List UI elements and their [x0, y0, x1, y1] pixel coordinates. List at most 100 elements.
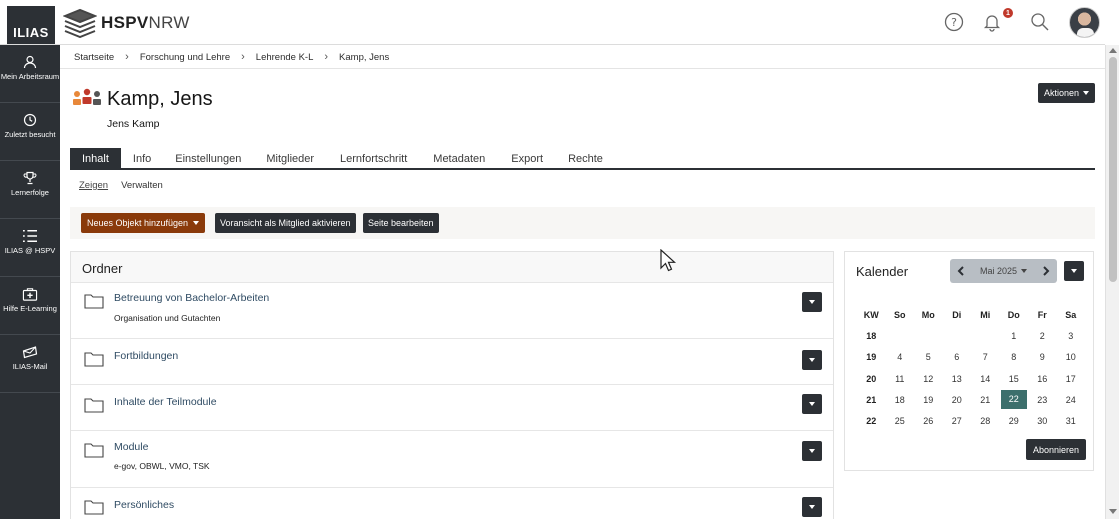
- calendar-day[interactable]: 24: [1057, 389, 1086, 410]
- chevron-right-icon[interactable]: [1042, 266, 1050, 276]
- calendar-day[interactable]: 4: [886, 347, 915, 368]
- caret-down-icon: [809, 358, 815, 362]
- search-icon[interactable]: [1028, 10, 1052, 34]
- calendar-day[interactable]: 12: [914, 368, 943, 389]
- calendar-day[interactable]: 18: [886, 389, 915, 410]
- calendar-day[interactable]: 31: [1057, 410, 1086, 431]
- calendar-month-nav: Mai 2025: [950, 259, 1057, 283]
- calendar-day[interactable]: 13: [943, 368, 972, 389]
- tab-export[interactable]: Export: [498, 148, 556, 168]
- calendar-day[interactable]: 9: [1028, 347, 1057, 368]
- chevron-right-icon: ›: [324, 51, 329, 63]
- calendar-day[interactable]: 6: [943, 347, 972, 368]
- folder-title[interactable]: Inhalte der Teilmodule: [114, 396, 217, 408]
- calendar-day[interactable]: 30: [1028, 410, 1057, 431]
- list-item: Inhalte der Teilmodule: [71, 385, 833, 431]
- nav-item-lernerfolge[interactable]: Lernerfolge: [0, 161, 60, 219]
- actions-button[interactable]: Aktionen: [1038, 83, 1095, 103]
- edit-page-button[interactable]: Seite bearbeiten: [363, 213, 439, 233]
- caret-down-icon: [809, 300, 815, 304]
- calendar-day[interactable]: 21: [971, 389, 1000, 410]
- mail-icon: [22, 346, 38, 359]
- calendar-day[interactable]: 20: [943, 389, 972, 410]
- folder-description: Organisation und Gutachten: [114, 313, 221, 323]
- ilias-logo[interactable]: ILIAS: [7, 6, 55, 44]
- calendar-day[interactable]: 7: [971, 347, 1000, 368]
- calendar-day[interactable]: 3: [1057, 325, 1086, 346]
- calendar-day[interactable]: 8: [1000, 347, 1029, 368]
- folder-actions-dropdown[interactable]: [802, 350, 822, 370]
- list-item: Persönliches: [71, 488, 833, 519]
- caret-down-icon: [809, 449, 815, 453]
- calendar-day[interactable]: 16: [1028, 368, 1057, 389]
- folder-title[interactable]: Betreuung von Bachelor-Arbeiten: [114, 292, 269, 304]
- folder-actions-dropdown[interactable]: [802, 441, 822, 461]
- folder-description: e-gov, OBWL, VMO, TSK: [114, 461, 210, 471]
- calendar-day[interactable]: 15: [1000, 368, 1029, 389]
- tab-metadaten[interactable]: Metadaten: [420, 148, 498, 168]
- folder-actions-dropdown[interactable]: [802, 497, 822, 517]
- nav-item-mein-arbeitsraum[interactable]: Mein Arbeitsraum: [0, 45, 60, 103]
- folder-actions-dropdown[interactable]: [802, 394, 822, 414]
- calendar-day[interactable]: 27: [943, 410, 972, 431]
- clock-icon: [23, 113, 37, 127]
- breadcrumb-item[interactable]: Kamp, Jens: [339, 52, 389, 63]
- folder-icon: [84, 443, 104, 458]
- tab-mitglieder[interactable]: Mitglieder: [253, 148, 327, 168]
- folder-title[interactable]: Module: [114, 441, 148, 453]
- calendar-day[interactable]: 19: [914, 389, 943, 410]
- calendar-actions-dropdown[interactable]: [1064, 261, 1084, 281]
- help-icon[interactable]: ?: [942, 10, 966, 34]
- folder-icon: [84, 352, 104, 367]
- calendar-day[interactable]: 14: [971, 368, 1000, 389]
- nav-item-ilias-mail[interactable]: ILIAS-Mail: [0, 335, 60, 393]
- nav-item-zuletzt-besucht[interactable]: Zuletzt besucht: [0, 103, 60, 161]
- page-scrollbar[interactable]: [1105, 45, 1119, 519]
- tab-lernfortschritt[interactable]: Lernfortschritt: [327, 148, 420, 168]
- avatar[interactable]: [1069, 7, 1100, 38]
- calendar-day[interactable]: 5: [914, 347, 943, 368]
- nav-item-ilias-hspv[interactable]: ILIAS @ HSPV: [0, 219, 60, 277]
- scroll-down-icon[interactable]: [1109, 509, 1117, 514]
- scroll-thumb[interactable]: [1109, 57, 1117, 282]
- calendar-day[interactable]: 10: [1057, 347, 1086, 368]
- calendar-week-row: 20 11 12 13 14 15 16 17: [857, 368, 1085, 389]
- calendar-day[interactable]: 1: [1000, 325, 1029, 346]
- calendar-day[interactable]: 17: [1057, 368, 1086, 389]
- subtab-verwalten[interactable]: Verwalten: [121, 180, 163, 191]
- folder-title[interactable]: Persönliches: [114, 499, 174, 511]
- calendar-day-today[interactable]: 22: [1000, 389, 1029, 410]
- calendar-day[interactable]: 11: [886, 368, 915, 389]
- calendar-month-select[interactable]: Mai 2025: [980, 266, 1028, 276]
- calendar-week-row: 18 1 2 3: [857, 325, 1085, 346]
- preview-as-member-button[interactable]: Voransicht als Mitglied aktivieren: [215, 213, 356, 233]
- subtab-zeigen[interactable]: Zeigen: [79, 180, 108, 191]
- tab-inhalt[interactable]: Inhalt: [70, 148, 121, 168]
- add-object-button[interactable]: Neues Objekt hinzufügen: [81, 213, 206, 233]
- breadcrumb-item[interactable]: Forschung und Lehre: [140, 52, 230, 63]
- nav-item-hilfe-e-learning[interactable]: Hilfe E-Learning: [0, 277, 60, 335]
- calendar-day[interactable]: 26: [914, 410, 943, 431]
- top-bar: ILIAS HSPVNRW ? 1: [0, 0, 1105, 45]
- bell-icon[interactable]: [980, 10, 1004, 34]
- calendar-panel: Kalender Mai 2025 KW So Mo Di Mi Do Fr Sa 18 1 2 3…: [844, 251, 1094, 471]
- scroll-up-icon[interactable]: [1109, 48, 1117, 53]
- calendar-day[interactable]: 29: [1000, 410, 1029, 431]
- calendar-week-row: 19 4 5 6 7 8 9 10: [857, 347, 1085, 368]
- caret-down-icon: [1083, 91, 1090, 95]
- calendar-day[interactable]: 2: [1028, 325, 1057, 346]
- folder-title[interactable]: Fortbildungen: [114, 350, 178, 362]
- brand-name[interactable]: HSPVNRW: [101, 13, 190, 33]
- calendar-day[interactable]: 28: [971, 410, 1000, 431]
- calendar-day[interactable]: 23: [1028, 389, 1057, 410]
- subscribe-button[interactable]: Abonnieren: [1026, 439, 1086, 460]
- calendar-day[interactable]: 25: [886, 410, 915, 431]
- hspv-logo-icon[interactable]: [63, 8, 97, 38]
- folder-actions-dropdown[interactable]: [802, 292, 822, 312]
- breadcrumb-item[interactable]: Startseite: [74, 52, 114, 63]
- breadcrumb-item[interactable]: Lehrende K-L: [256, 52, 314, 63]
- tab-rechte[interactable]: Rechte: [556, 148, 615, 168]
- tab-einstellungen[interactable]: Einstellungen: [163, 148, 253, 168]
- tab-info[interactable]: Info: [121, 148, 163, 168]
- chevron-left-icon[interactable]: [957, 266, 965, 276]
